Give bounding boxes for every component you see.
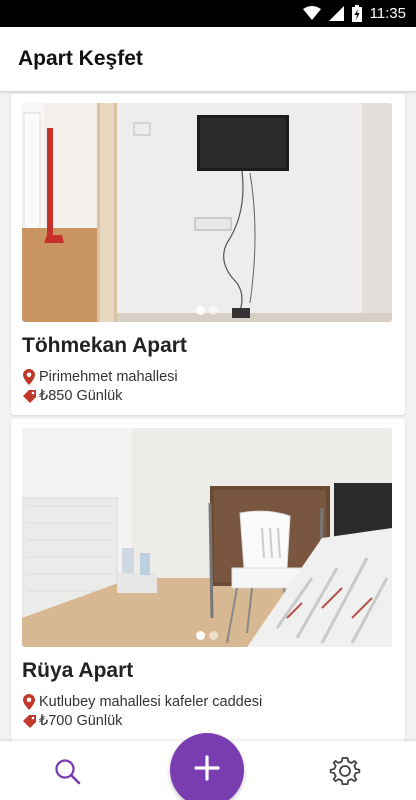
- search-button[interactable]: [52, 758, 84, 790]
- listing-photo: [22, 428, 392, 647]
- price-tag-icon: [22, 714, 36, 728]
- listing-card[interactable]: Töhmekan Apart Pirimehmet mahallesi ₺850…: [11, 94, 405, 415]
- listing-title[interactable]: Töhmekan Apart: [22, 334, 187, 358]
- carousel-dots: [22, 631, 392, 640]
- add-listing-button[interactable]: [170, 733, 244, 800]
- add-icon: [194, 755, 220, 785]
- listing-photo-carousel[interactable]: [22, 103, 392, 322]
- search-icon: [54, 758, 82, 790]
- listing-price: ₺700 Günlük: [22, 713, 122, 729]
- listing-photo: [22, 103, 392, 322]
- listing-title[interactable]: Rüya Apart: [22, 659, 133, 683]
- listing-list[interactable]: Töhmekan Apart Pirimehmet mahallesi ₺850…: [0, 91, 416, 741]
- wifi-icon: [302, 6, 321, 21]
- listing-location: Kutlubey mahallesi kafeler caddesi: [22, 694, 262, 710]
- map-pin-icon: [22, 694, 36, 710]
- listing-card[interactable]: Rüya Apart Kutlubey mahallesi kafeler ca…: [11, 419, 405, 741]
- listing-location: Pirimehmet mahallesi: [22, 369, 178, 385]
- listing-location-text: Kutlubey mahallesi kafeler caddesi: [39, 694, 263, 710]
- status-bar: 11:35: [0, 0, 416, 27]
- status-time: 11:35: [369, 5, 406, 22]
- carousel-dot[interactable]: [209, 306, 218, 315]
- map-pin-icon: [22, 369, 36, 385]
- carousel-dot[interactable]: [196, 631, 205, 640]
- settings-icon: [329, 755, 361, 791]
- signal-icon: [328, 6, 344, 21]
- price-tag-icon: [22, 389, 36, 403]
- listing-price-text: ₺700 Günlük: [39, 713, 123, 729]
- page-title: Apart Keşfet: [18, 47, 143, 70]
- carousel-dots: [22, 306, 392, 315]
- battery-icon: [351, 5, 362, 22]
- settings-button[interactable]: [328, 756, 362, 790]
- app-bar: Apart Keşfet: [0, 27, 416, 91]
- listing-price-text: ₺850 Günlük: [39, 388, 123, 404]
- carousel-dot[interactable]: [209, 631, 218, 640]
- carousel-dot[interactable]: [196, 306, 205, 315]
- listing-price: ₺850 Günlük: [22, 388, 122, 404]
- listing-location-text: Pirimehmet mahallesi: [39, 369, 178, 385]
- listing-photo-carousel[interactable]: [22, 428, 392, 647]
